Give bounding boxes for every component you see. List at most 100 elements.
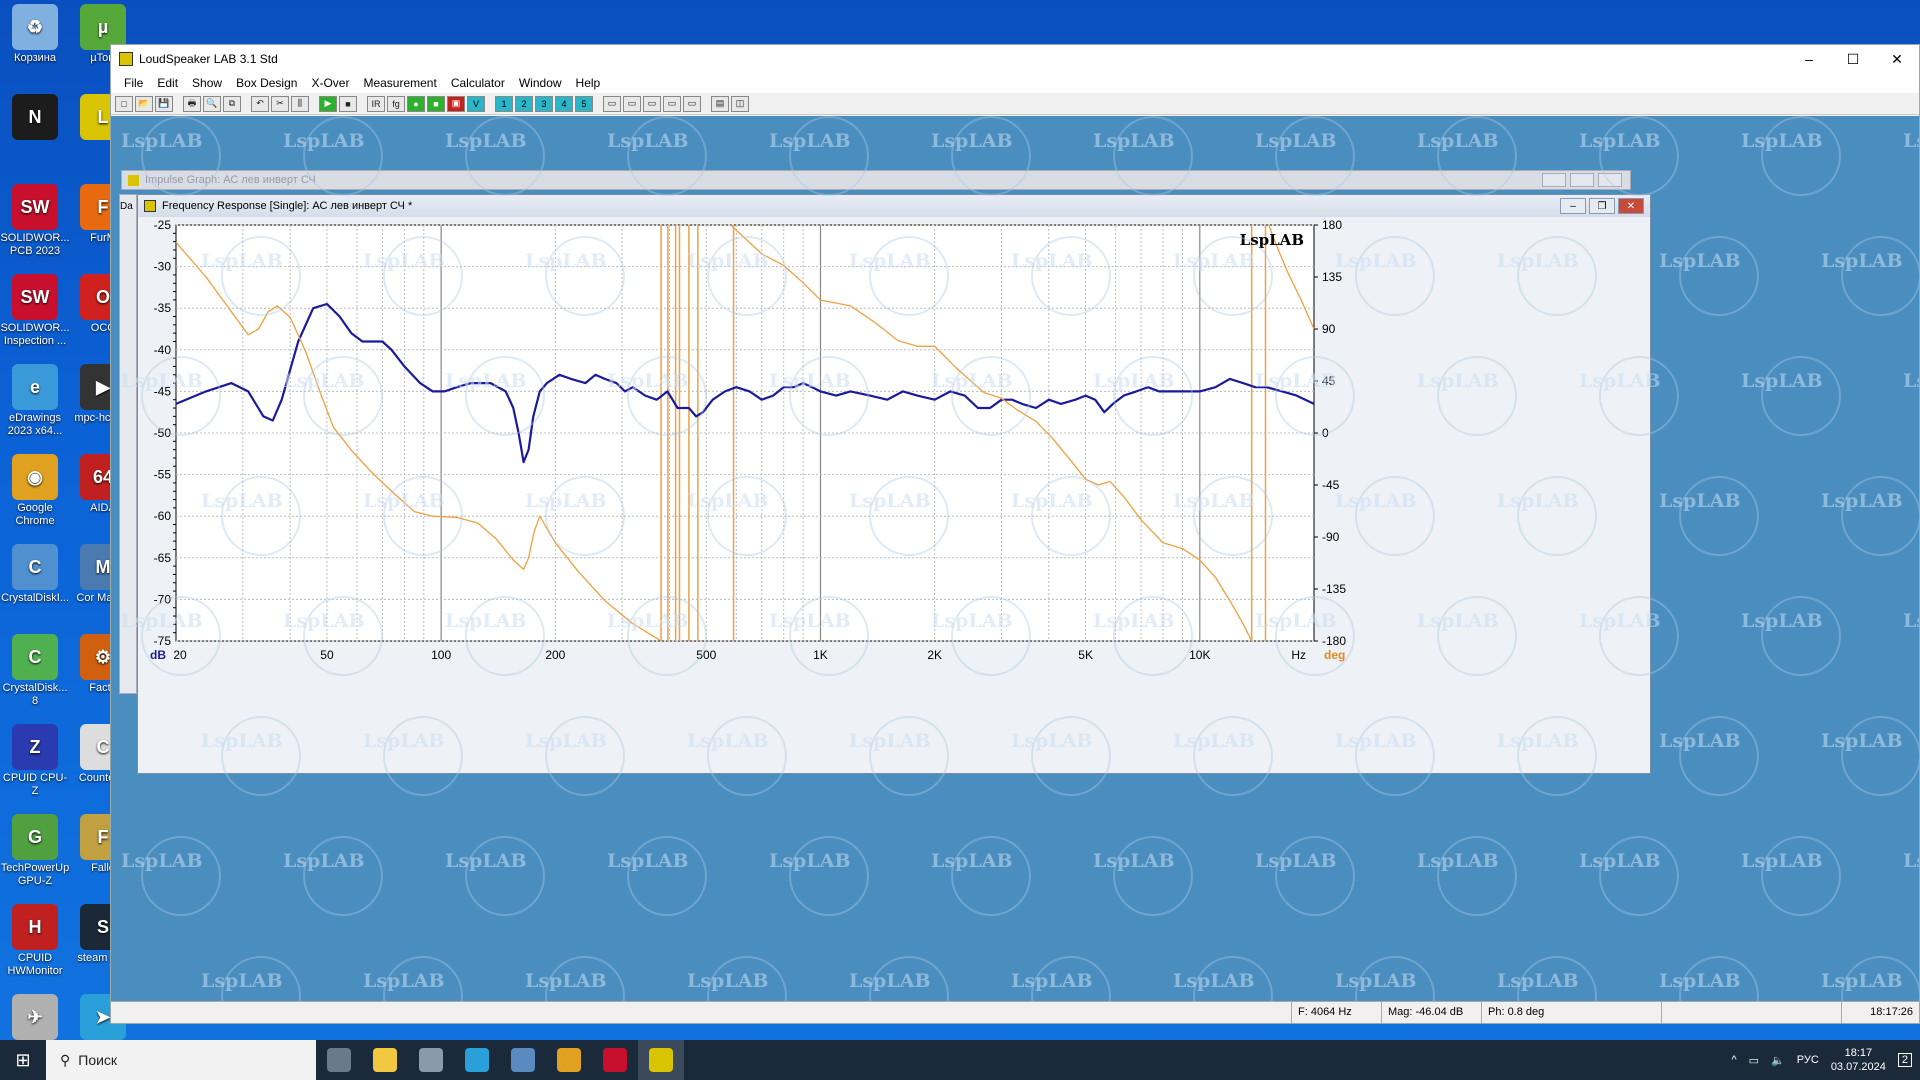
toolbar-button[interactable]: ▭ <box>683 95 701 112</box>
desktop-icon[interactable]: e eDrawings 2023 x64... <box>0 364 70 438</box>
toolbar-button[interactable]: ● <box>407 95 425 112</box>
watermark-ring <box>627 836 707 916</box>
telegram-icon <box>465 1048 489 1072</box>
toolbar-button[interactable]: ✂ <box>271 95 289 112</box>
toolbar-button[interactable]: ▤ <box>711 95 729 112</box>
app-window[interactable]: LoudSpeaker LAB 3.1 Std – ☐ ✕ File Edit Sh… <box>110 44 1920 1024</box>
toolbar-button[interactable]: ▭ <box>603 95 621 112</box>
toolbar-button[interactable]: ▭ <box>663 95 681 112</box>
toolbar-button[interactable]: 🖶 <box>183 95 201 112</box>
toolbar-button[interactable]: 5 <box>575 95 593 112</box>
desktop-icon[interactable]: SW SOLIDWOR... PCB 2023 <box>0 184 70 258</box>
desktop-icon[interactable]: H CPUID HWMonitor <box>0 904 70 978</box>
fr-minimize-button[interactable]: – <box>1560 198 1586 214</box>
y-tick-label: -65 <box>154 551 172 565</box>
language-indicator[interactable]: РУС <box>1797 1054 1819 1066</box>
toolbar-button[interactable]: ↶ <box>251 95 269 112</box>
menu-show[interactable]: Show <box>185 76 229 90</box>
watermark-ring <box>1517 716 1597 796</box>
taskbar-app-task-view[interactable] <box>316 1040 362 1080</box>
toolbar-button[interactable]: 📂 <box>135 95 153 112</box>
toolbar-button[interactable]: ◫ <box>731 95 749 112</box>
toolbar-button[interactable]: IR <box>367 95 385 112</box>
watermark-text: LspLAB <box>121 130 203 152</box>
watermark-ring <box>707 236 787 316</box>
fr-window-titlebar[interactable]: Frequency Response [Single]: АС лев инве… <box>138 195 1650 217</box>
taskbar-app-solidworks[interactable] <box>592 1040 638 1080</box>
volume-icon[interactable]: 🔈 <box>1771 1054 1785 1067</box>
toolbar-button[interactable]: 4 <box>555 95 573 112</box>
menu-measurement[interactable]: Measurement <box>356 76 443 90</box>
toolbar-button[interactable]: ▶ <box>319 95 337 112</box>
toolbar-button[interactable]: 💾 <box>155 95 173 112</box>
watermark-text: LspLAB <box>525 730 607 752</box>
watermark-text: LspLAB <box>121 850 203 872</box>
toolbar-button[interactable]: 🔍 <box>203 95 221 112</box>
impulse-restore-button[interactable] <box>1570 173 1594 187</box>
desktop-icon[interactable]: ♻ Корзина <box>0 4 70 65</box>
menu-x-over[interactable]: X-Over <box>304 76 356 90</box>
menu-edit[interactable]: Edit <box>150 76 185 90</box>
toolbar-button[interactable]: ■ <box>339 95 357 112</box>
taskbar-app-lsplab[interactable] <box>638 1040 684 1080</box>
toolbar-button[interactable]: 2 <box>515 95 533 112</box>
network-icon[interactable]: ▭ <box>1749 1054 1759 1067</box>
impulse-tab[interactable]: Da <box>120 201 133 212</box>
watermark-text: LspLAB <box>1255 370 1337 392</box>
desktop-icon[interactable]: Z CPUID CPU-Z <box>0 724 70 798</box>
desktop-icon[interactable]: N <box>0 94 70 142</box>
fr-restore-button[interactable]: ❐ <box>1589 198 1615 214</box>
notification-count: 2 <box>1901 1054 1908 1066</box>
impulse-minimize-button[interactable] <box>1542 173 1566 187</box>
watermark-ring <box>141 116 221 196</box>
clock-time: 18:17 <box>1844 1047 1873 1059</box>
watermark-ring <box>1275 596 1355 676</box>
watermark-ring <box>1761 116 1841 196</box>
tray-chevron-icon[interactable]: ^ <box>1732 1054 1737 1066</box>
toolbar-button[interactable]: □ <box>115 95 133 112</box>
watermark-ring <box>627 116 707 196</box>
minimize-button[interactable]: – <box>1787 45 1831 73</box>
desktop-icon[interactable]: C CrystalDiskI... <box>0 544 70 605</box>
y-tick-label: -60 <box>154 509 172 523</box>
watermark-text: LspLAB <box>363 250 445 272</box>
toolbar-button[interactable]: ▭ <box>643 95 661 112</box>
fr-close-button[interactable]: ✕ <box>1618 198 1644 214</box>
toolbar-button[interactable]: V <box>467 95 485 112</box>
taskbar-app-calculator[interactable] <box>408 1040 454 1080</box>
notification-icon[interactable]: 2 <box>1897 1053 1912 1067</box>
taskbar-app-explorer[interactable] <box>362 1040 408 1080</box>
toolbar-button[interactable]: ⫼ <box>291 95 309 112</box>
title-bar[interactable]: LoudSpeaker LAB 3.1 Std – ☐ ✕ <box>111 45 1919 73</box>
watermark-ring <box>1599 596 1679 676</box>
toolbar-button[interactable]: ⧉ <box>223 95 241 112</box>
close-button[interactable]: ✕ <box>1875 45 1919 73</box>
toolbar-button[interactable]: 3 <box>535 95 553 112</box>
menu-calculator[interactable]: Calculator <box>444 76 512 90</box>
desktop-icon[interactable]: ◉ Google Chrome <box>0 454 70 528</box>
taskbar-app-chrome[interactable] <box>546 1040 592 1080</box>
menu-box-design[interactable]: Box Design <box>229 76 304 90</box>
taskbar-app-telegram[interactable] <box>454 1040 500 1080</box>
maximize-button[interactable]: ☐ <box>1831 45 1875 73</box>
watermark-ring <box>627 596 707 676</box>
toolbar-button[interactable]: 1 <box>495 95 513 112</box>
toolbar-button[interactable]: ▣ <box>447 95 465 112</box>
desktop-icon[interactable]: C CrystalDisk... 8 <box>0 634 70 708</box>
app-icon: ♻ <box>12 4 58 50</box>
menu-file[interactable]: File <box>117 76 150 90</box>
taskbar-search[interactable]: ⚲ Поиск <box>46 1040 316 1080</box>
menu-window[interactable]: Window <box>512 76 569 90</box>
desktop-icon[interactable]: SW SOLIDWOR... Inspection ... <box>0 274 70 348</box>
taskbar-app-app-circle[interactable] <box>500 1040 546 1080</box>
clock[interactable]: 18:17 03.07.2024 <box>1831 1046 1886 1074</box>
start-button[interactable]: ⊞ <box>0 1040 46 1080</box>
desktop-icon[interactable]: G TechPowerUp GPU-Z <box>0 814 70 888</box>
app-icon: ◉ <box>12 454 58 500</box>
toolbar-button[interactable]: fg <box>387 95 405 112</box>
menu-help[interactable]: Help <box>569 76 608 90</box>
toolbar-button[interactable]: ▭ <box>623 95 641 112</box>
watermark-ring <box>1437 596 1517 676</box>
toolbar-button[interactable]: ■ <box>427 95 445 112</box>
desktop-icon-label: CPUID HWMonitor <box>7 952 63 977</box>
